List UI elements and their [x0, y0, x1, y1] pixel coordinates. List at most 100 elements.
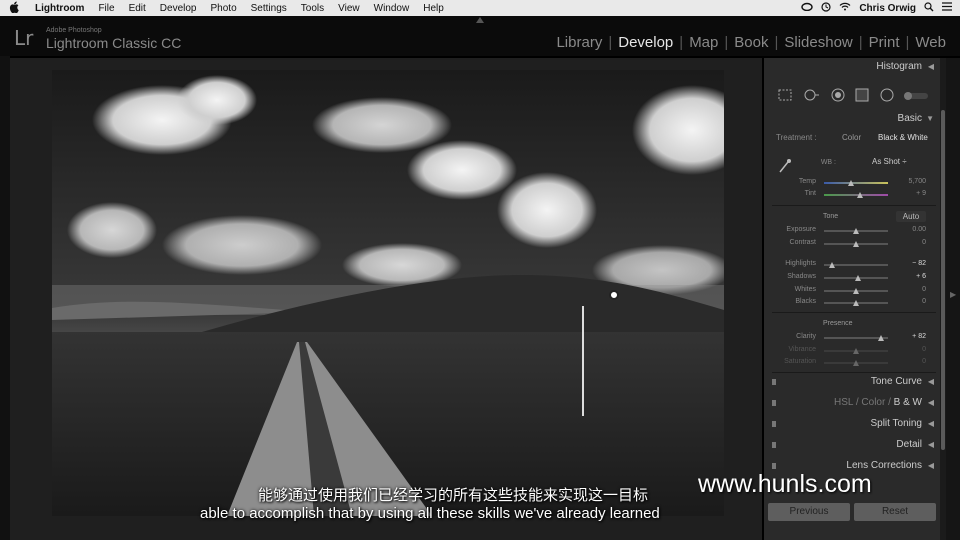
exposure-label: Exposure: [786, 226, 816, 233]
color-label[interactable]: Color: [861, 397, 885, 408]
bw-label[interactable]: B & W: [894, 397, 922, 408]
module-library[interactable]: Library: [550, 34, 608, 51]
saturation-value[interactable]: 0: [898, 358, 926, 365]
menu-window[interactable]: Window: [367, 3, 417, 14]
menu-edit[interactable]: Edit: [122, 3, 153, 14]
menu-app[interactable]: Lightroom: [28, 3, 91, 14]
histogram-header[interactable]: Histogram ◀: [770, 58, 936, 76]
split-toning-header[interactable]: Split Toning ◀: [770, 415, 936, 433]
user-name[interactable]: Chris Orwig: [859, 3, 916, 14]
module-print[interactable]: Print: [863, 34, 906, 51]
menu-photo[interactable]: Photo: [204, 3, 244, 14]
slider-knob[interactable]: [829, 262, 835, 268]
slider-knob[interactable]: [857, 192, 863, 198]
slider-knob[interactable]: [853, 241, 859, 247]
slider-knob[interactable]: [853, 228, 859, 234]
module-web[interactable]: Web: [909, 34, 952, 51]
lightroom-logo: Lr: [14, 26, 34, 50]
slider-knob[interactable]: [853, 348, 859, 354]
tint-value[interactable]: + 9: [898, 190, 926, 197]
exposure-value[interactable]: 0.00: [898, 226, 926, 233]
panel-switch-icon[interactable]: [772, 400, 776, 406]
detail-header[interactable]: Detail ◀: [770, 436, 936, 454]
panel-switch-icon[interactable]: [772, 379, 776, 385]
treatment-color[interactable]: Color: [842, 133, 861, 142]
tint-slider[interactable]: [824, 192, 888, 198]
spot-removal-icon[interactable]: [802, 89, 820, 104]
vibrance-slider[interactable]: [824, 348, 888, 354]
menu-file[interactable]: File: [91, 3, 121, 14]
saturation-slider[interactable]: [824, 360, 888, 366]
panel-toggle-top-icon[interactable]: [476, 17, 484, 23]
wifi-icon[interactable]: [839, 2, 851, 14]
auto-button[interactable]: Auto: [896, 211, 926, 222]
vibrance-value[interactable]: 0: [898, 346, 926, 353]
clarity-value[interactable]: + 82: [898, 333, 926, 340]
triangle-left-icon: ◀: [927, 461, 934, 470]
adjustment-brush-toggle[interactable]: [903, 92, 928, 100]
wb-label: WB :: [820, 159, 836, 166]
list-icon[interactable]: [942, 2, 952, 14]
split-toning-label: Split Toning: [870, 418, 922, 429]
previous-button[interactable]: Previous: [768, 503, 850, 521]
module-book[interactable]: Book: [728, 34, 774, 51]
blacks-value[interactable]: 0: [898, 298, 926, 305]
module-map[interactable]: Map: [683, 34, 724, 51]
temp-slider[interactable]: [824, 180, 888, 186]
wb-select[interactable]: As Shot ÷: [872, 157, 907, 166]
apple-menu-icon[interactable]: [0, 1, 28, 16]
scrollbar-thumb[interactable]: [941, 110, 945, 450]
contrast-label: Contrast: [789, 239, 816, 246]
clarity-slider[interactable]: [824, 335, 888, 341]
whites-slider[interactable]: [824, 288, 888, 294]
slider-knob[interactable]: [853, 360, 859, 366]
collapse-arrow-icon[interactable]: ▶: [950, 290, 956, 299]
triangle-left-icon: ◀: [927, 419, 934, 428]
red-eye-icon[interactable]: [831, 88, 845, 105]
adjustment-pin[interactable]: [609, 290, 619, 300]
reset-button[interactable]: Reset: [854, 503, 936, 521]
highlights-slider[interactable]: [824, 262, 888, 268]
blacks-slider[interactable]: [824, 300, 888, 306]
radial-filter-icon[interactable]: [880, 88, 894, 105]
treatment-black-white[interactable]: Black & White: [878, 133, 928, 142]
contrast-slider[interactable]: [824, 241, 888, 247]
module-slideshow[interactable]: Slideshow: [778, 34, 858, 51]
slider-knob[interactable]: [853, 300, 859, 306]
slider-knob[interactable]: [855, 275, 861, 281]
hsl-label[interactable]: HSL: [834, 397, 853, 408]
saturation-label: Saturation: [784, 358, 816, 365]
whites-value[interactable]: 0: [898, 286, 926, 293]
creative-cloud-icon[interactable]: [801, 2, 814, 14]
menu-view[interactable]: View: [331, 3, 367, 14]
menu-settings[interactable]: Settings: [244, 3, 294, 14]
shadows-value[interactable]: + 6: [898, 273, 926, 280]
hsl-header[interactable]: HSL / Color / B & W ◀: [770, 394, 936, 412]
panel-switch-icon[interactable]: [772, 463, 776, 469]
temp-value[interactable]: 5,700: [898, 178, 926, 185]
left-panel-collapsed[interactable]: [0, 56, 10, 540]
search-icon[interactable]: [924, 1, 934, 15]
basic-header[interactable]: Basic ▼: [770, 110, 936, 128]
menu-tools[interactable]: Tools: [294, 3, 331, 14]
highlights-value[interactable]: − 82: [898, 260, 926, 267]
time-machine-icon[interactable]: [821, 1, 831, 15]
slider-knob[interactable]: [853, 288, 859, 294]
module-develop[interactable]: Develop: [612, 34, 679, 51]
menu-help[interactable]: Help: [416, 3, 451, 14]
subtitle-chinese: 能够通过使用我们已经学习的所有这些技能来实现这一目标: [258, 486, 649, 504]
menu-develop[interactable]: Develop: [153, 3, 204, 14]
contrast-value[interactable]: 0: [898, 239, 926, 246]
crop-tool-icon[interactable]: [778, 89, 792, 104]
panel-switch-icon[interactable]: [772, 421, 776, 427]
slider-knob[interactable]: [848, 180, 854, 186]
identity-subtitle: Adobe Photoshop: [46, 27, 102, 34]
photo-preview[interactable]: [52, 70, 724, 516]
divider: [772, 205, 936, 206]
shadows-slider[interactable]: [824, 275, 888, 281]
exposure-slider[interactable]: [824, 228, 888, 234]
panel-switch-icon[interactable]: [772, 442, 776, 448]
graduated-filter-icon[interactable]: [855, 88, 869, 105]
slider-knob[interactable]: [878, 335, 884, 341]
tone-curve-header[interactable]: Tone Curve ◀: [770, 373, 936, 391]
